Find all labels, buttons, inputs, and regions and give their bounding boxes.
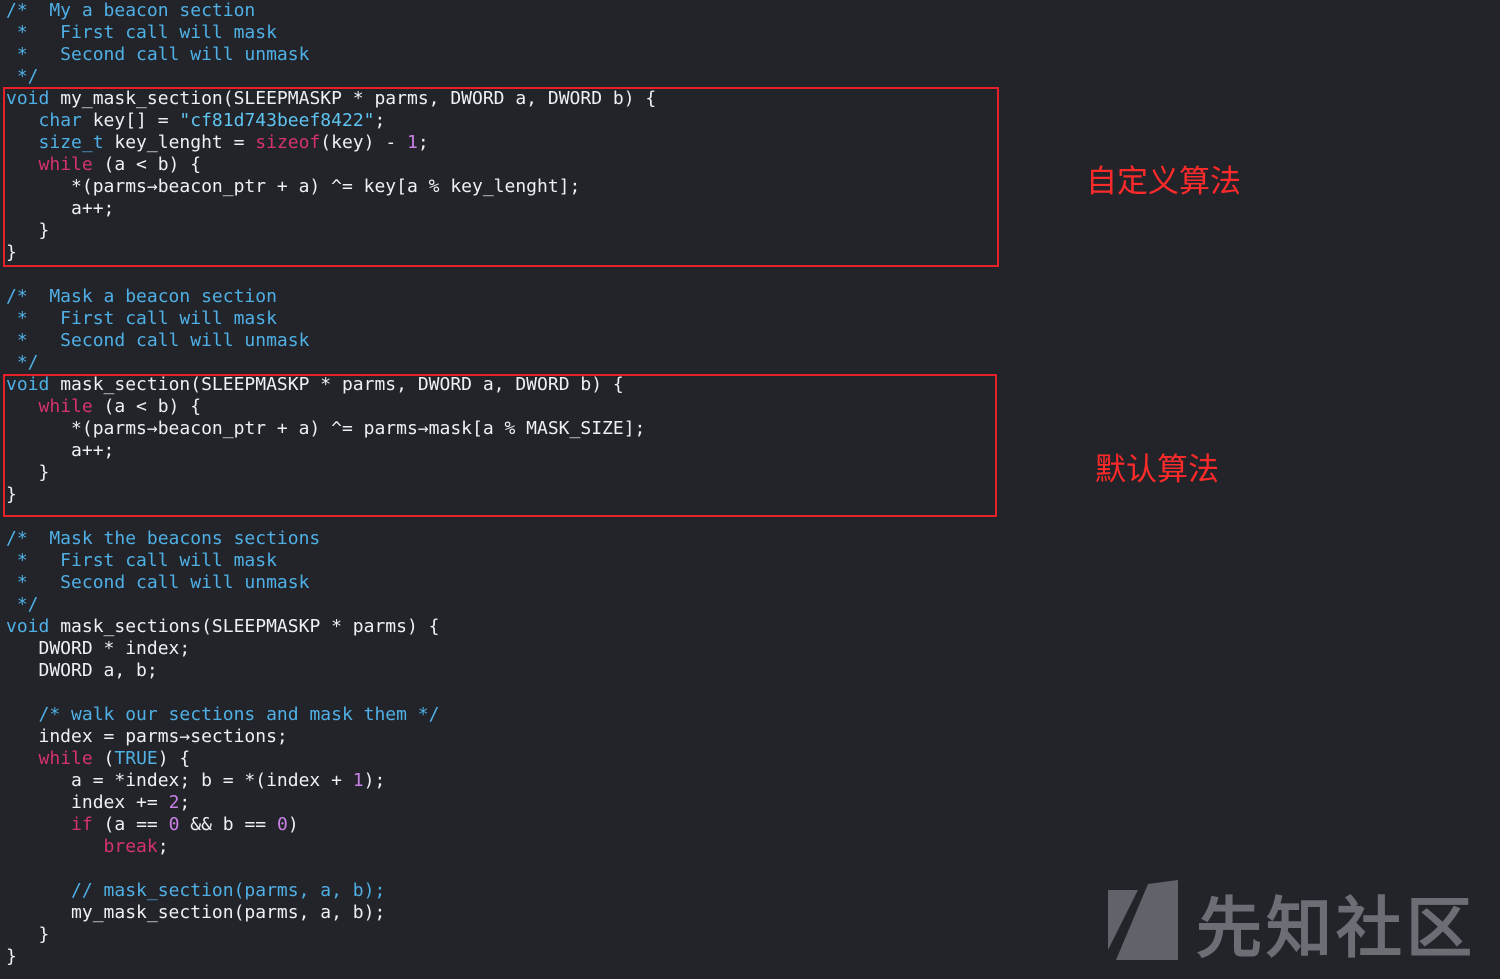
code-token: /* Mask a beacon section — [6, 286, 277, 307]
code-token: 0 — [276, 814, 288, 835]
code-token: ( — [92, 748, 115, 769]
code-token: TRUE — [114, 748, 158, 769]
code-token: */ — [6, 66, 39, 87]
custom-algorithm-annotation: 自定义算法 — [1086, 164, 1241, 200]
code-line: break; — [6, 836, 656, 858]
code-token: } — [6, 924, 50, 945]
code-token: ; — [157, 836, 169, 857]
code-token: ) { — [157, 748, 191, 769]
default-algorithm-annotation: 默认算法 — [1095, 452, 1219, 488]
code-token: while — [38, 748, 93, 769]
code-line: */ — [6, 352, 656, 374]
code-token: a = *index; b = *(index + — [6, 770, 353, 791]
code-token: mask_sections(SLEEPMASKP * parms) { — [49, 616, 440, 637]
code-line: index = parms→sections; — [6, 726, 656, 748]
code-line: DWORD a, b; — [6, 660, 656, 682]
code-line: DWORD * index; — [6, 638, 656, 660]
code-token: * Second call will unmask — [6, 44, 310, 65]
code-token: index += — [6, 792, 169, 813]
code-token: * First call will mask — [6, 22, 277, 43]
code-line: * First call will mask — [6, 22, 656, 44]
code-token: // mask_section(parms, a, b); — [71, 880, 386, 901]
code-token: /* walk our sections and mask them */ — [38, 704, 440, 725]
code-line: // mask_section(parms, a, b); — [6, 880, 656, 902]
watermark-text: 先知社区 — [1196, 890, 1476, 967]
xianzhi-logo-icon — [1108, 880, 1178, 960]
code-token: ); — [363, 770, 386, 791]
code-token: DWORD * index; — [6, 638, 191, 659]
code-token: void — [6, 616, 50, 637]
code-token: if — [71, 814, 93, 835]
code-line: } — [6, 924, 656, 946]
code-token: 0 — [168, 814, 180, 835]
code-line: while (TRUE) { — [6, 748, 656, 770]
code-token: ; — [179, 792, 191, 813]
code-line: } — [6, 946, 656, 968]
code-token: 1 — [352, 770, 364, 791]
code-line: */ — [6, 594, 656, 616]
code-line: */ — [6, 66, 656, 88]
code-line: * Second call will unmask — [6, 44, 656, 66]
code-token: index = parms→sections; — [6, 726, 288, 747]
code-token: * Second call will unmask — [6, 330, 310, 351]
code-line: * Second call will unmask — [6, 572, 656, 594]
code-line: /* Mask a beacon section — [6, 286, 656, 308]
code-token: } — [6, 946, 17, 967]
code-token: /* Mask the beacons sections — [6, 528, 321, 549]
default-algorithm-highlight-box — [3, 374, 997, 517]
code-token: 2 — [168, 792, 180, 813]
code-line: index += 2; — [6, 792, 656, 814]
code-line: if (a == 0 && b == 0) — [6, 814, 656, 836]
code-line: * Second call will unmask — [6, 330, 656, 352]
code-token: * First call will mask — [6, 550, 277, 571]
code-line: /* My a beacon section — [6, 0, 656, 22]
code-token: * Second call will unmask — [6, 572, 310, 593]
watermark: 先知社区 — [1108, 875, 1476, 971]
code-line: * First call will mask — [6, 308, 656, 330]
code-line: /* walk our sections and mask them */ — [6, 704, 656, 726]
code-token: /* My a beacon section — [6, 0, 256, 21]
code-token: && b == — [179, 814, 277, 835]
code-line: my_mask_section(parms, a, b); — [6, 902, 656, 924]
code-token: ) — [287, 814, 299, 835]
code-line: * First call will mask — [6, 550, 656, 572]
code-token: */ — [6, 352, 39, 373]
code-line: /* Mask the beacons sections — [6, 528, 656, 550]
code-line: a = *index; b = *(index + 1); — [6, 770, 656, 792]
code-token: */ — [6, 594, 39, 615]
code-token: my_mask_section(parms, a, b); — [6, 902, 386, 923]
code-line: void mask_sections(SLEEPMASKP * parms) { — [6, 616, 656, 638]
code-token: * First call will mask — [6, 308, 277, 329]
code-token: break — [103, 836, 158, 857]
code-token: (a == — [92, 814, 169, 835]
custom-algorithm-highlight-box — [3, 87, 999, 267]
code-token: DWORD a, b; — [6, 660, 158, 681]
